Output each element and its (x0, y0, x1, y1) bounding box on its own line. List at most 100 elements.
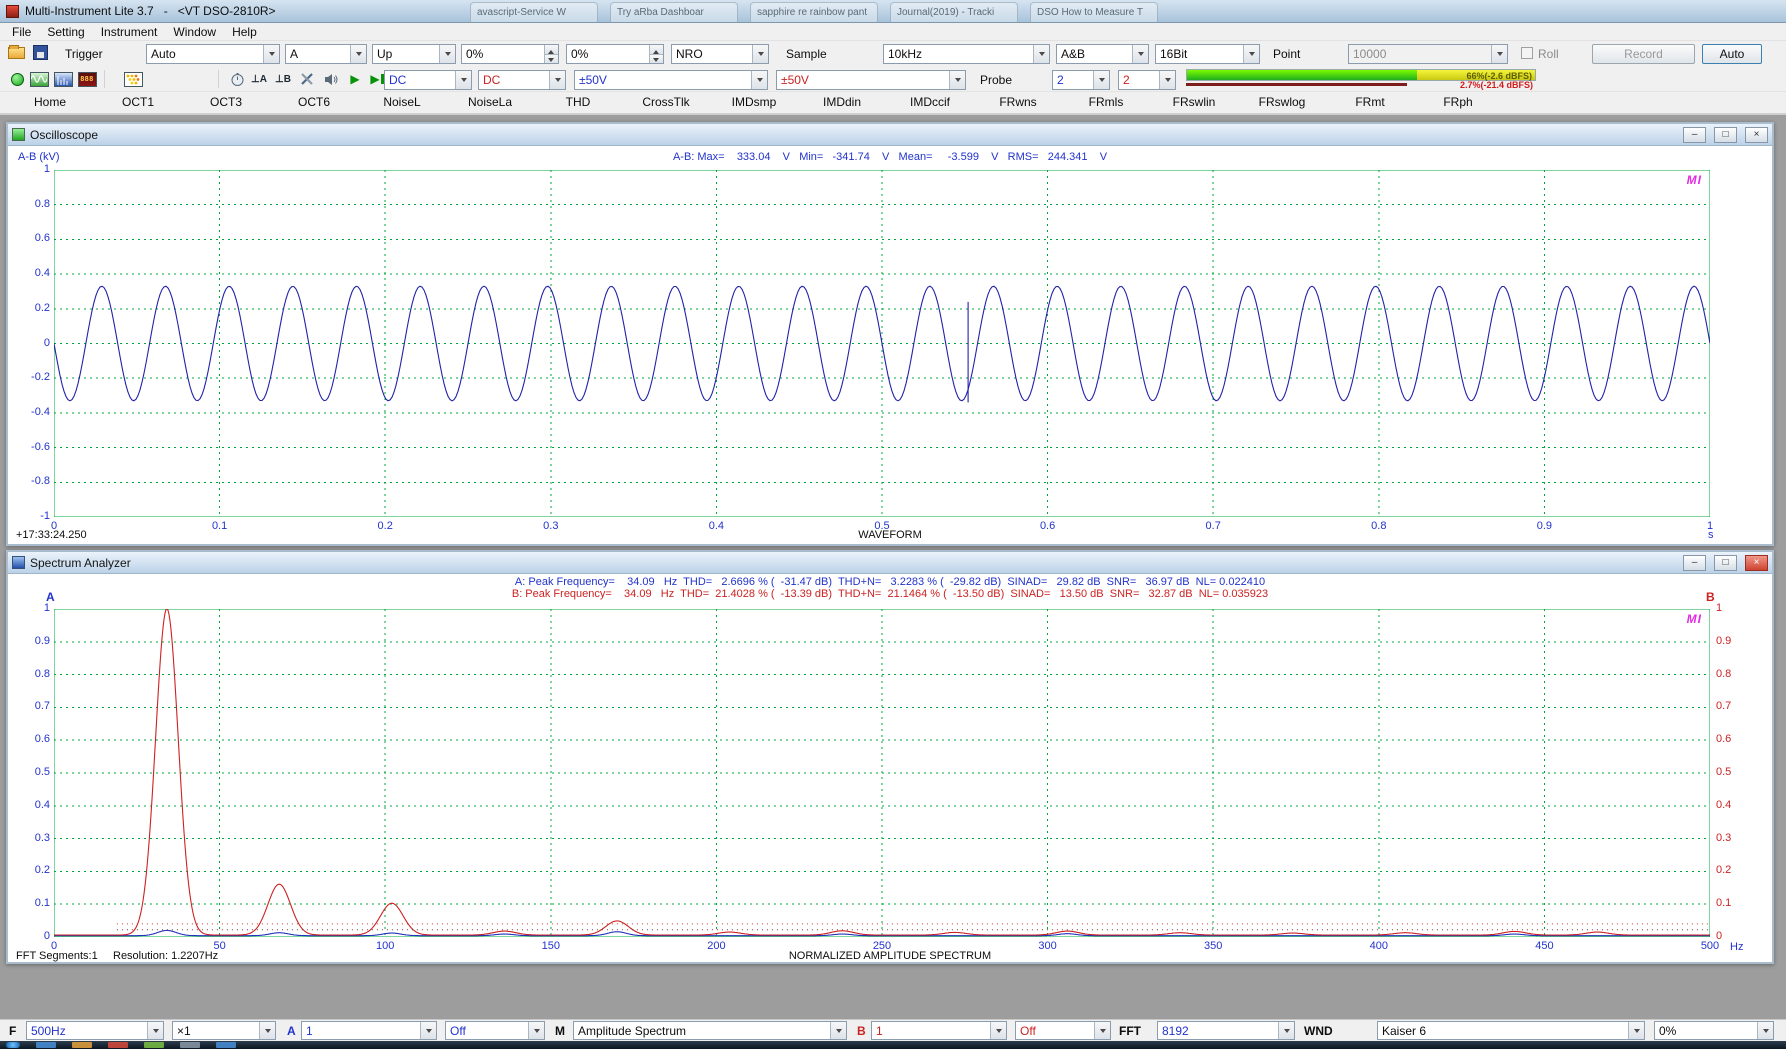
chevron-down-icon[interactable] (420, 1022, 436, 1039)
restore-button[interactable]: □ (1714, 555, 1737, 571)
chevron-down-icon[interactable] (1757, 1022, 1773, 1039)
multimeter-tool-button[interactable]: 888 (76, 70, 98, 88)
panel-tab-frswlog[interactable]: FRswlog (1238, 92, 1326, 113)
probe-calibration-a-button[interactable]: ⊥A (248, 70, 270, 88)
chevron-down-icon[interactable] (549, 71, 565, 89)
trigger-edge-combo[interactable]: Up (372, 44, 456, 64)
trigger-rejection-combo[interactable]: NRO (671, 44, 769, 64)
panel-tab-imddin[interactable]: IMDdin (798, 92, 886, 113)
taskbar-icon[interactable] (144, 1042, 164, 1048)
chevron-down-icon[interactable] (830, 1022, 846, 1039)
panel-tab-noisela[interactable]: NoiseLa (446, 92, 534, 113)
spinner-buttons[interactable] (649, 45, 663, 63)
run-button[interactable] (6, 70, 28, 88)
chevron-down-icon[interactable] (752, 45, 768, 63)
trigger-level-spinner[interactable]: 0% (461, 44, 559, 64)
minimize-button[interactable]: – (1683, 555, 1706, 571)
panel-tab-frmls[interactable]: FRmls (1062, 92, 1150, 113)
close-button[interactable]: × (1745, 555, 1768, 571)
mode-combo[interactable]: Amplitude Spectrum (573, 1021, 847, 1040)
oscilloscope-title-bar[interactable]: Oscilloscope – □ × (8, 124, 1772, 146)
taskbar-icon[interactable] (180, 1042, 200, 1048)
window-function-combo[interactable]: Kaiser 6 (1377, 1021, 1645, 1040)
chevron-down-icon[interactable] (949, 71, 965, 89)
start-orb-icon[interactable] (6, 1042, 20, 1048)
settings-tools-button[interactable] (296, 70, 318, 88)
open-file-icon[interactable] (8, 47, 25, 59)
spinner-buttons[interactable] (544, 45, 558, 63)
waveform-plot[interactable]: MI (54, 170, 1710, 517)
panel-tab-frswlin[interactable]: FRswlin (1150, 92, 1238, 113)
chevron-down-icon[interactable] (1628, 1022, 1644, 1039)
a-processing-combo[interactable]: Off (445, 1021, 545, 1040)
trigger-mode-combo[interactable]: Auto (146, 44, 280, 64)
close-button[interactable]: × (1745, 127, 1768, 143)
panel-tab-oct1[interactable]: OCT1 (94, 92, 182, 113)
a-gain-combo[interactable]: 1 (301, 1021, 437, 1040)
b-gain-combo[interactable]: 1 (871, 1021, 1007, 1040)
panel-tab-oct6[interactable]: OCT6 (270, 92, 358, 113)
auto-button[interactable]: Auto (1702, 44, 1762, 64)
trigger-source-combo[interactable]: A (285, 44, 367, 64)
chevron-down-icon[interactable] (147, 1022, 163, 1039)
chevron-down-icon[interactable] (1243, 45, 1259, 63)
multiplier-combo[interactable]: ×1 (172, 1021, 276, 1040)
panel-tab-home[interactable]: Home (6, 92, 94, 113)
spectrum-plot[interactable]: MI (54, 609, 1710, 937)
taskbar-icon[interactable] (108, 1042, 128, 1048)
coupling-a-combo[interactable]: DC (384, 70, 472, 90)
play-button[interactable]: ▶ (344, 70, 366, 88)
menu-item-file[interactable]: File (4, 23, 39, 41)
minimize-button[interactable]: – (1683, 127, 1706, 143)
probe-factor-a-combo[interactable]: 2 (1052, 70, 1110, 90)
panel-tab-crosstlk[interactable]: CrossTlk (622, 92, 710, 113)
sampling-channels-combo[interactable]: A&B (1056, 44, 1149, 64)
restore-button[interactable]: □ (1714, 127, 1737, 143)
probe-calibration-b-button[interactable]: ⊥B (272, 70, 294, 88)
spectrum-title-bar[interactable]: Spectrum Analyzer – □ × (8, 552, 1772, 574)
panel-tab-frmt[interactable]: FRmt (1326, 92, 1414, 113)
chevron-down-icon[interactable] (1132, 45, 1148, 63)
probe-factor-b-combo[interactable]: 2 (1118, 70, 1176, 90)
taskbar-sliver[interactable] (0, 1041, 1786, 1049)
panel-tab-thd[interactable]: THD (534, 92, 622, 113)
coupling-b-combo[interactable]: DC (478, 70, 566, 90)
b-processing-combo[interactable]: Off (1015, 1021, 1111, 1040)
chevron-down-icon[interactable] (990, 1022, 1006, 1039)
menu-item-instrument[interactable]: Instrument (93, 23, 166, 41)
fft-size-combo[interactable]: 8192 (1157, 1021, 1295, 1040)
chevron-down-icon[interactable] (1094, 1022, 1110, 1039)
panel-tab-frwns[interactable]: FRwns (974, 92, 1062, 113)
chevron-down-icon[interactable] (1278, 1022, 1294, 1039)
panel-tab-oct3[interactable]: OCT3 (182, 92, 270, 113)
chevron-down-icon[interactable] (259, 1022, 275, 1039)
sound-output-button[interactable] (320, 70, 342, 88)
menu-item-setting[interactable]: Setting (39, 23, 92, 41)
chevron-down-icon[interactable] (751, 71, 767, 89)
menu-item-window[interactable]: Window (165, 23, 224, 41)
hot-panel-button[interactable] (226, 70, 248, 88)
panel-tab-frph[interactable]: FRph (1414, 92, 1502, 113)
chevron-down-icon[interactable] (528, 1022, 544, 1039)
chevron-down-icon[interactable] (1033, 45, 1049, 63)
panel-tab-imdsmp[interactable]: IMDsmp (710, 92, 798, 113)
oscilloscope-tool-button[interactable] (28, 70, 50, 88)
overlap-combo[interactable]: 0% (1654, 1021, 1774, 1040)
title-bar[interactable]: Multi-Instrument Lite 3.7 - <VT DSO-2810… (0, 0, 1786, 23)
frequency-combo[interactable]: 500Hz (26, 1021, 164, 1040)
chevron-down-icon[interactable] (455, 71, 471, 89)
spectrum-tool-button[interactable] (52, 70, 74, 88)
chevron-down-icon[interactable] (263, 45, 279, 63)
chevron-down-icon[interactable] (350, 45, 366, 63)
menu-item-help[interactable]: Help (224, 23, 265, 41)
trigger-delay-spinner[interactable]: 0% (566, 44, 664, 64)
chevron-down-icon[interactable] (439, 45, 455, 63)
taskbar-icon[interactable] (36, 1042, 56, 1048)
chevron-down-icon[interactable] (1159, 71, 1175, 89)
panel-tab-imdccif[interactable]: IMDccif (886, 92, 974, 113)
device-test-plan-button[interactable] (122, 70, 144, 88)
range-b-combo[interactable]: ±50V (776, 70, 966, 90)
sampling-bits-combo[interactable]: 16Bit (1155, 44, 1260, 64)
chevron-down-icon[interactable] (1093, 71, 1109, 89)
range-a-combo[interactable]: ±50V (574, 70, 768, 90)
